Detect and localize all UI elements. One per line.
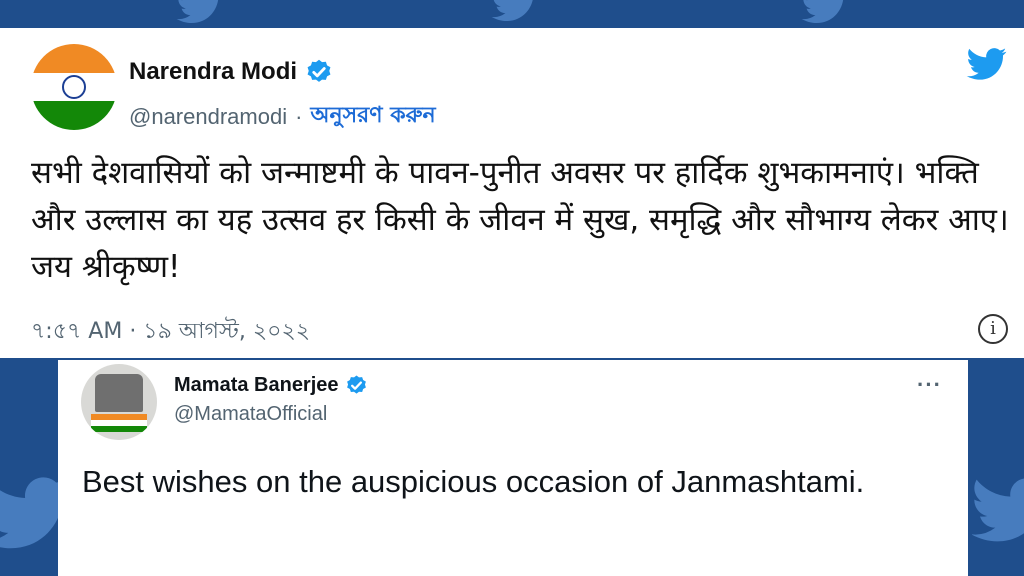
avatar[interactable] — [31, 44, 117, 130]
avatar-photo — [95, 374, 143, 412]
background-bird-icon — [150, 0, 250, 28]
separator-dot: · — [295, 103, 303, 129]
handle[interactable]: @narendramodi — [129, 104, 287, 130]
tweet-text: सभी देशवासियों को जन्माष्टमी के पावन-पुन… — [31, 155, 1009, 285]
ashoka-chakra-icon — [62, 75, 86, 99]
tweet-text: Best wishes on the auspicious occasion o… — [82, 464, 865, 499]
avatar[interactable] — [81, 364, 157, 440]
background-bird-icon — [465, 0, 565, 26]
screenshot-stage: Narendra Modi @narendramodi · অনুসরণ করু… — [0, 0, 1024, 576]
more-options-icon[interactable]: ··· — [917, 372, 942, 398]
display-name[interactable]: Mamata Banerjee — [174, 374, 339, 397]
follow-link[interactable]: অনুসরণ করুন — [310, 98, 435, 135]
tweet-card-mamata-banerjee: Mamata Banerjee @MamataOfficial ··· Best… — [58, 360, 968, 576]
handle[interactable]: @MamataOfficial — [174, 403, 327, 426]
info-icon[interactable]: i — [978, 314, 1008, 344]
background-bird-icon — [972, 470, 1024, 550]
tweet-timestamp[interactable]: ৭:৫৭ AM · ১৯ আগস্ট, ২০২২ — [31, 314, 310, 351]
twitter-bird-icon[interactable] — [964, 44, 1010, 84]
background-bird-icon — [775, 0, 875, 28]
flag-band-green — [91, 426, 147, 432]
verified-badge-icon — [305, 58, 333, 86]
verified-badge-icon — [345, 374, 368, 397]
tweet-card-narendra-modi: Narendra Modi @narendramodi · অনুসরণ করু… — [0, 28, 1024, 358]
display-name[interactable]: Narendra Modi — [129, 58, 297, 86]
